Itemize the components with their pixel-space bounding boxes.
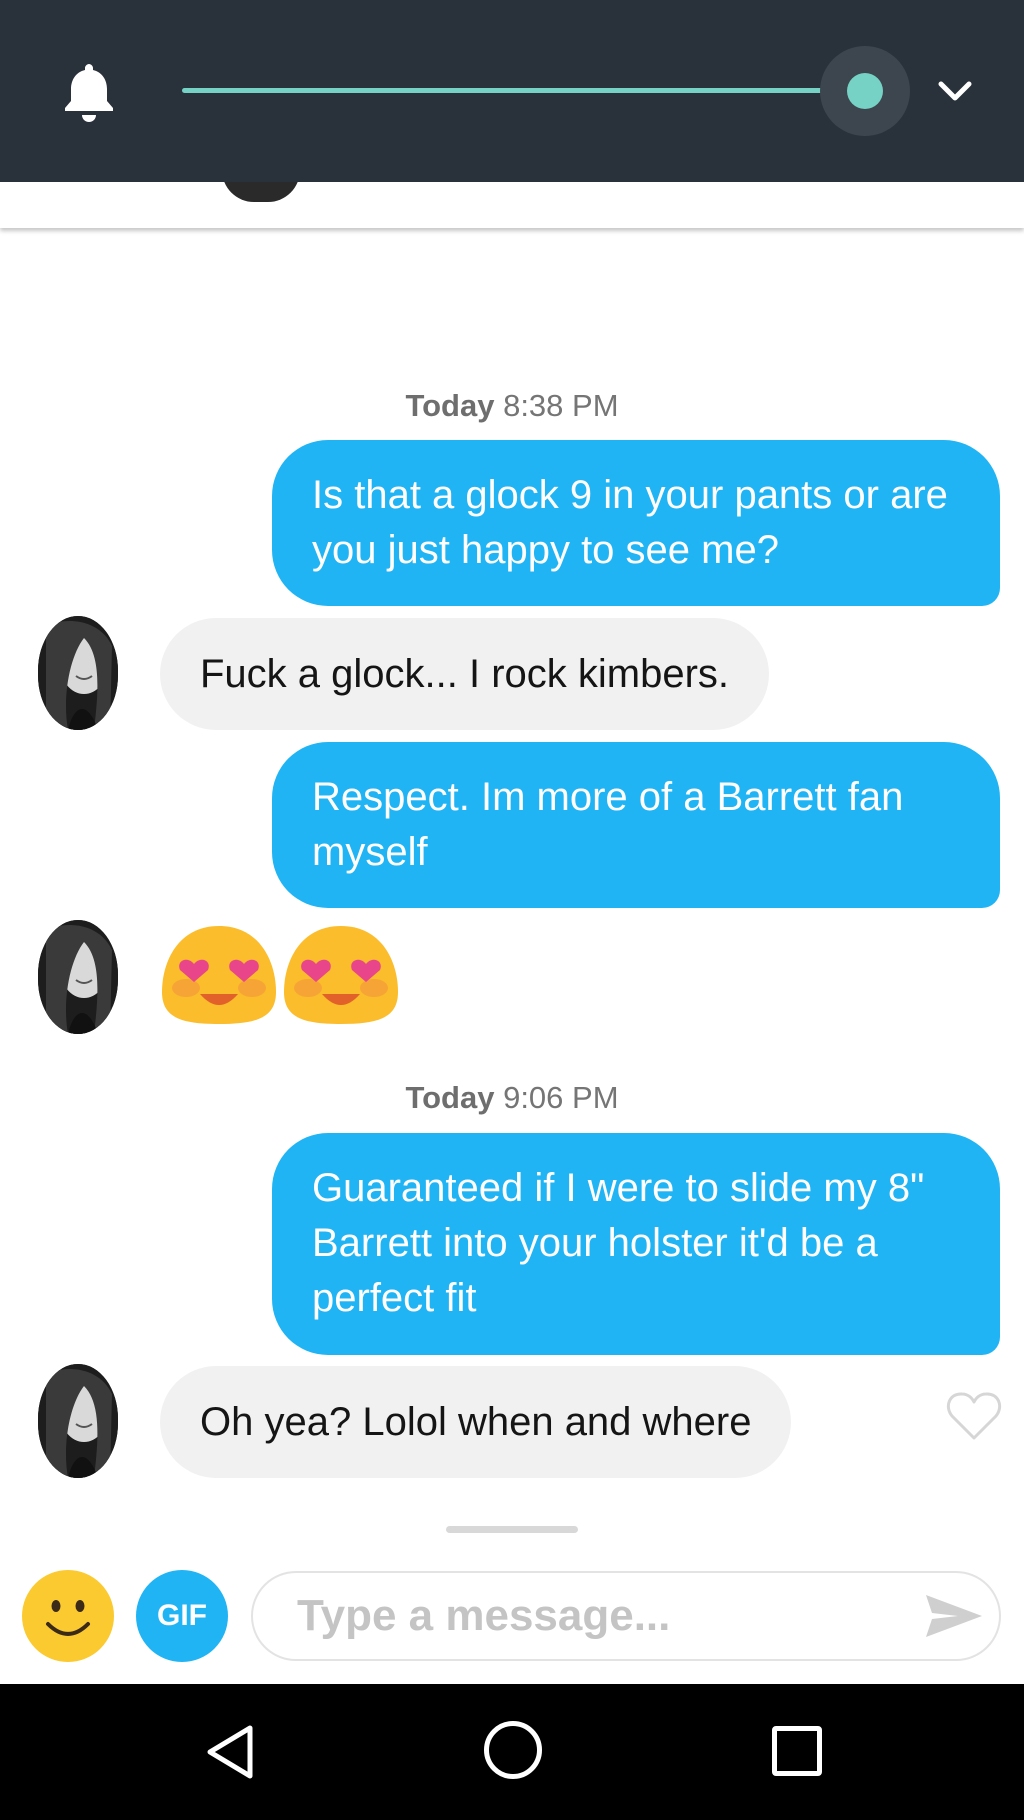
incoming-message[interactable]: Oh yea? Lolol when and where — [160, 1366, 792, 1478]
timestamp-day: Today — [405, 1080, 495, 1115]
avatar[interactable] — [38, 1364, 118, 1478]
timestamp-divider: Today 9:06 PM — [0, 1080, 1024, 1116]
heart-eyes-emoji[interactable] — [282, 922, 400, 1026]
bell-icon[interactable] — [60, 60, 118, 122]
timestamp-day: Today — [405, 388, 495, 423]
timestamp-divider: Today 8:38 PM — [0, 388, 1024, 424]
like-heart-icon[interactable] — [946, 1390, 1002, 1442]
heart-eyes-emoji[interactable] — [160, 922, 278, 1026]
home-icon[interactable] — [484, 1721, 542, 1779]
slider-thumb[interactable] — [847, 73, 883, 109]
back-icon[interactable] — [202, 1722, 262, 1782]
outgoing-message[interactable]: Respect. Im more of a Barrett fan myself — [272, 742, 1000, 908]
message-input[interactable] — [251, 1571, 1001, 1661]
incoming-message[interactable]: Fuck a glock... I rock kimbers. — [160, 618, 770, 730]
outgoing-message[interactable]: Guaranteed if I were to slide my 8" Barr… — [272, 1133, 1000, 1355]
avatar[interactable] — [38, 920, 118, 1034]
recents-icon[interactable] — [772, 1726, 822, 1776]
scroll-handle[interactable] — [446, 1526, 578, 1533]
top-bar — [0, 0, 1024, 182]
slider-track[interactable] — [182, 88, 864, 93]
outgoing-message[interactable]: Is that a glock 9 in your pants or are y… — [272, 440, 1000, 606]
system-nav-bar — [0, 1684, 1024, 1820]
smiley-icon — [46, 1600, 90, 1636]
gif-button[interactable]: GIF — [136, 1570, 228, 1662]
timestamp-time: 9:06 PM — [503, 1080, 619, 1115]
timestamp-time: 8:38 PM — [503, 388, 619, 423]
chevron-down-icon[interactable] — [935, 76, 975, 108]
emoji-button[interactable] — [22, 1570, 114, 1662]
match-header — [0, 170, 1024, 228]
avatar[interactable] — [38, 616, 118, 730]
send-icon[interactable] — [924, 1591, 984, 1641]
